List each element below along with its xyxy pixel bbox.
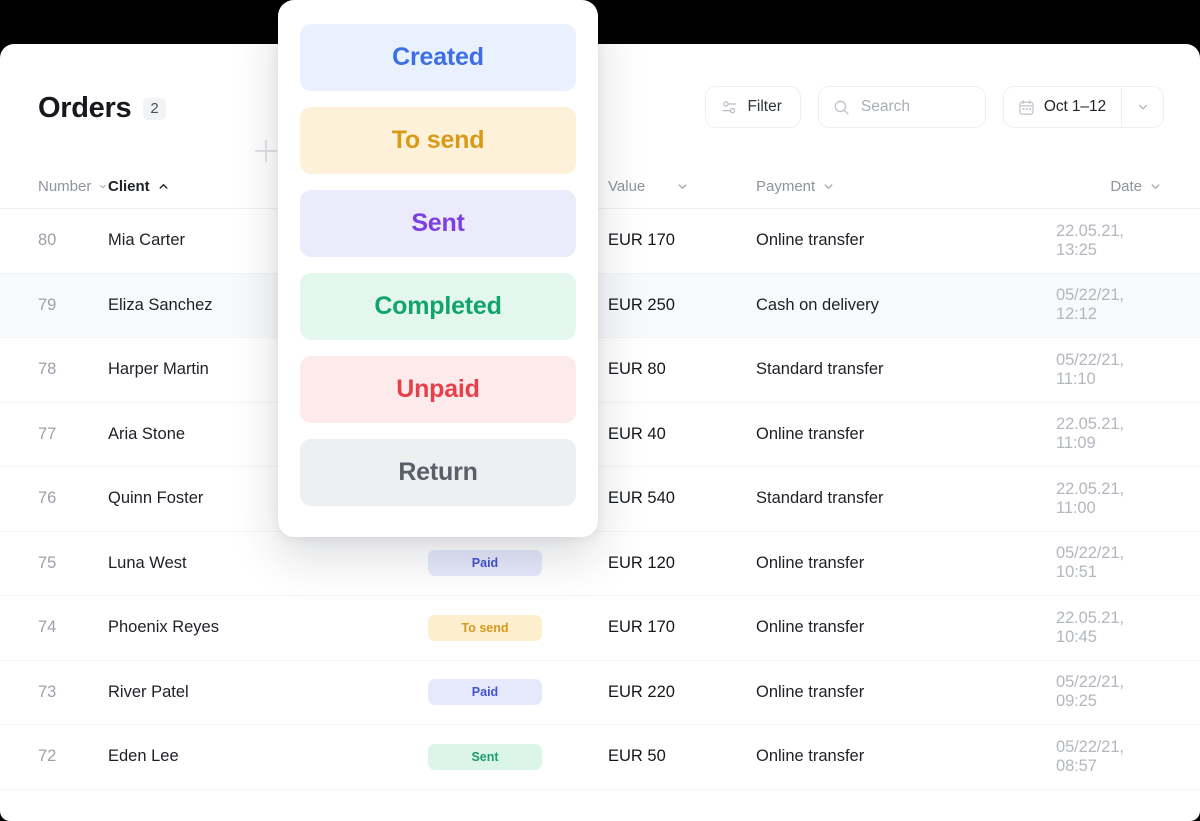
cell-date: 22.05.21, 11:00: [1056, 479, 1124, 517]
status-badge[interactable]: To send: [428, 614, 542, 641]
cell-status: To send: [428, 614, 608, 641]
calendar-icon: [1018, 99, 1035, 116]
column-label: Date: [1110, 177, 1142, 195]
cell-payment: Standard transfer: [756, 489, 884, 508]
orders-table: Number Client Value Payment Date 80 Mia …: [0, 164, 1200, 790]
cell-value: EUR 170: [608, 618, 675, 637]
table-row[interactable]: 75 Luna West Paid EUR 120 Online transfer 05/…: [0, 532, 1200, 596]
chevron-down-icon: [1151, 183, 1160, 189]
cell-payment: Online transfer: [756, 231, 865, 250]
cell-value: EUR 250: [608, 295, 675, 314]
cell-value: EUR 170: [608, 231, 675, 250]
table-body: 80 Mia Carter EUR 170 Online transfer 22.05.…: [0, 209, 1200, 790]
cell-date: 05/22/21, 08:57: [1056, 737, 1124, 775]
status-option-to-send[interactable]: To send: [300, 107, 576, 174]
table-row[interactable]: 72 Eden Lee Sent EUR 50 Online transfer 05/22…: [0, 725, 1200, 790]
search-placeholder: Search: [860, 98, 911, 115]
table-row[interactable]: 73 River Patel Paid EUR 220 Online transfer 0…: [0, 661, 1200, 725]
cell-number: 72: [38, 747, 57, 766]
cell-status: Paid: [428, 550, 608, 577]
cell-value: EUR 540: [608, 489, 675, 508]
cell-number: 75: [38, 553, 57, 572]
table-header-row: Number Client Value Payment Date: [0, 164, 1200, 209]
cell-payment: Online transfer: [756, 747, 865, 766]
date-range-picker[interactable]: Oct 1–12: [1002, 86, 1164, 128]
cell-date: 22.05.21, 10:45: [1056, 608, 1124, 646]
date-range-main[interactable]: Oct 1–12: [1004, 87, 1121, 127]
column-label: Client: [108, 177, 150, 195]
cell-number: 78: [38, 360, 57, 379]
table-row[interactable]: 77 Aria Stone EUR 40 Online transfer 22.05.2…: [0, 403, 1200, 467]
filter-button[interactable]: Filter: [705, 86, 801, 128]
cell-value: EUR 50: [608, 747, 666, 766]
cell-number: 74: [38, 618, 57, 637]
search-icon: [833, 99, 850, 116]
status-badge[interactable]: Paid: [428, 679, 542, 706]
column-label: Payment: [756, 177, 816, 195]
status-badge[interactable]: Paid: [428, 550, 542, 577]
cell-number: 73: [38, 682, 57, 701]
cell-status: Paid: [428, 679, 608, 706]
cell-number: 76: [38, 489, 57, 508]
status-option-return[interactable]: Return: [300, 439, 576, 506]
column-label: Value: [608, 177, 646, 195]
status-option-created[interactable]: Created: [300, 24, 576, 91]
filter-label: Filter: [747, 98, 782, 115]
cell-payment: Online transfer: [756, 553, 865, 572]
cell-payment: Online transfer: [756, 618, 865, 637]
cell-value: EUR 220: [608, 682, 675, 701]
column-header-number[interactable]: Number: [0, 178, 108, 195]
orders-card: Orders 2 Filter Search Oct 1–12 Number C…: [0, 44, 1200, 821]
table-row[interactable]: 78 Harper Martin EUR 80 Standard transfer 05…: [0, 338, 1200, 403]
table-row[interactable]: 74 Phoenix Reyes To send EUR 170 Online tran…: [0, 596, 1200, 661]
cell-date: 05/22/21, 11:10: [1056, 350, 1124, 388]
cell-payment: Online transfer: [756, 682, 865, 701]
cell-date: 05/22/21, 12:12: [1056, 286, 1124, 324]
cell-date: 05/22/21, 09:25: [1056, 673, 1124, 711]
chevron-down-icon: [824, 183, 833, 189]
column-header-date[interactable]: Date: [1056, 178, 1200, 195]
page-title: Orders: [38, 92, 132, 124]
status-option-unpaid[interactable]: Unpaid: [300, 356, 576, 423]
cell-client: Eden Lee: [108, 747, 179, 766]
status-option-sent[interactable]: Sent: [300, 190, 576, 257]
status-badge[interactable]: Sent: [428, 743, 542, 770]
search-input[interactable]: Search: [817, 86, 986, 128]
table-row[interactable]: 80 Mia Carter EUR 170 Online transfer 22.05.…: [0, 209, 1200, 274]
cell-number: 80: [38, 231, 57, 250]
chevron-down-icon: [678, 183, 687, 189]
cell-number: 79: [38, 295, 57, 314]
chevron-down-icon[interactable]: [1121, 87, 1163, 127]
title-group: Orders 2: [38, 94, 166, 123]
cell-value: EUR 120: [608, 553, 675, 572]
date-range-label: Oct 1–12: [1043, 98, 1106, 115]
cell-status: Sent: [428, 743, 608, 770]
cell-date: 05/22/21, 10:51: [1056, 544, 1124, 582]
cell-date: 22.05.21, 11:09: [1056, 415, 1124, 453]
sliders-icon: [721, 99, 738, 116]
cell-date: 22.05.21, 13:25: [1056, 221, 1124, 259]
toolbar: Filter Search Oct 1–12: [705, 86, 1164, 128]
plus-icon[interactable]: [255, 140, 277, 162]
table-row[interactable]: 79 Eliza Sanchez EUR 250 Cash on delivery 05…: [0, 273, 1200, 338]
column-label: Number: [38, 177, 92, 195]
cell-client: Luna West: [108, 553, 187, 572]
cell-payment: Cash on delivery: [756, 295, 879, 314]
orders-count-badge: 2: [143, 97, 166, 120]
table-row[interactable]: 76 Quinn Foster EUR 540 Standard transfer 22…: [0, 467, 1200, 532]
cell-client: Phoenix Reyes: [108, 618, 219, 637]
cell-payment: Online transfer: [756, 424, 865, 443]
cell-client: River Patel: [108, 682, 189, 701]
chevron-down-icon: [100, 184, 107, 188]
status-option-completed[interactable]: Completed: [300, 273, 576, 340]
status-dropdown-menu[interactable]: Created To send Sent Completed Unpaid Return: [278, 0, 598, 537]
cell-payment: Standard transfer: [756, 360, 884, 379]
chevron-up-icon: [159, 183, 168, 189]
cell-value: EUR 40: [608, 424, 666, 443]
card-header: Orders 2 Filter Search Oct 1–12: [0, 44, 1200, 164]
column-header-payment[interactable]: Payment: [756, 178, 1056, 195]
cell-number: 77: [38, 424, 57, 443]
cell-value: EUR 80: [608, 360, 666, 379]
column-header-value[interactable]: Value: [608, 178, 756, 195]
